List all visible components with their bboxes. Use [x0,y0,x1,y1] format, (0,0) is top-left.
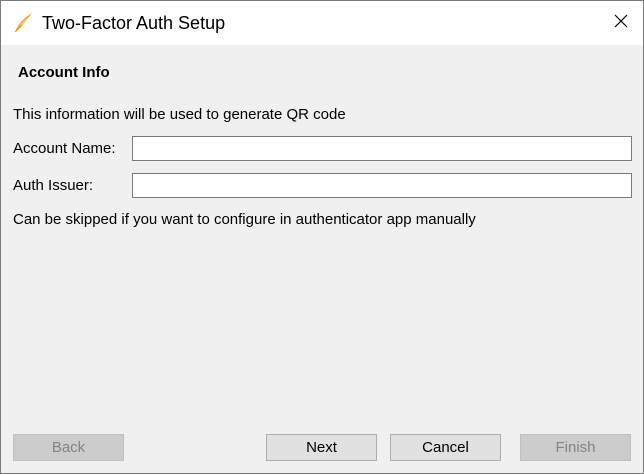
window-title: Two-Factor Auth Setup [42,13,226,33]
account-name-input[interactable] [132,136,632,161]
close-icon [613,13,629,34]
section-title: Account Info [18,64,110,81]
next-button[interactable]: Next [266,434,377,461]
info-text: This information will be used to generat… [13,106,346,123]
feather-logo-icon [13,11,35,33]
finish-button-label: Finish [555,439,596,456]
auth-issuer-label: Auth Issuer: [13,177,94,194]
back-button[interactable]: Back [13,434,124,461]
finish-button[interactable]: Finish [520,434,631,461]
back-button-label: Back [51,439,86,456]
wizard-dialog: Two-Factor Auth Setup Account Info This … [0,0,644,474]
close-button[interactable] [598,1,643,45]
hint-text: Can be skipped if you want to configure … [13,211,476,228]
account-name-label: Account Name: [13,140,116,157]
next-button-label: Next [306,439,337,456]
title-bar[interactable]: Two-Factor Auth Setup [1,1,643,45]
cancel-button[interactable]: Cancel [390,434,501,461]
section-header: Account Info [1,45,643,101]
auth-issuer-input[interactable] [132,173,632,198]
cancel-button-label: Cancel [422,439,469,456]
